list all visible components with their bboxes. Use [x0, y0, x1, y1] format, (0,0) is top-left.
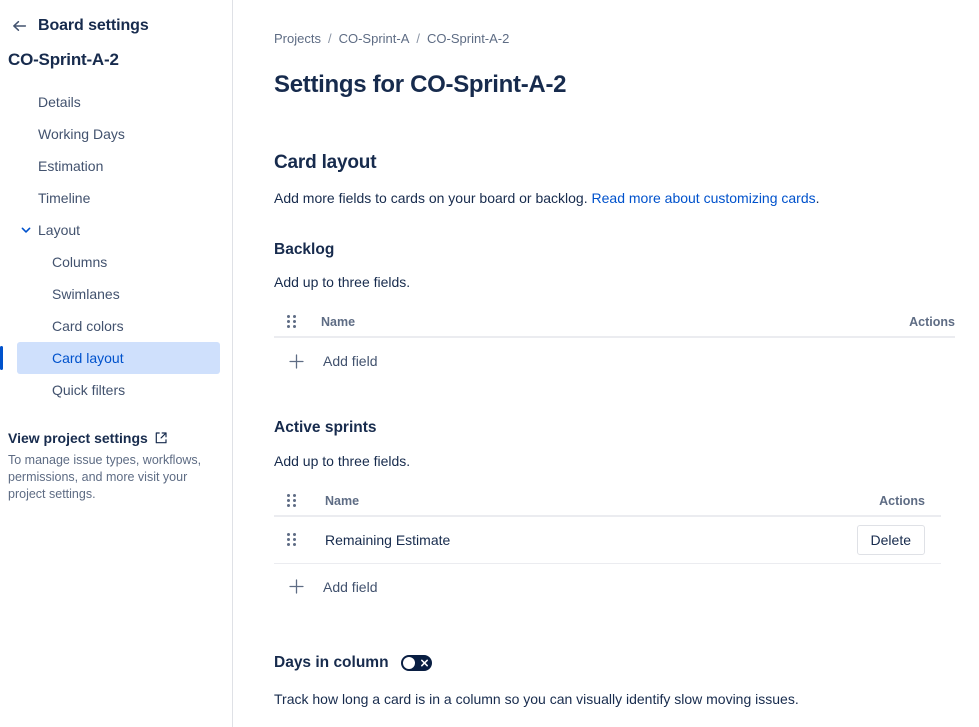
- sidebar-item-label: Quick filters: [52, 382, 126, 398]
- plus-icon: [287, 352, 306, 371]
- drag-handle-column-header: [274, 493, 306, 508]
- view-project-settings-link[interactable]: View project settings: [8, 430, 222, 446]
- customizing-cards-link[interactable]: Read more about customizing cards: [592, 190, 816, 206]
- days-in-column-row: Days in column: [233, 654, 979, 672]
- column-header-actions: Actions: [879, 493, 925, 508]
- sidebar-item-working-days[interactable]: Working Days: [17, 118, 220, 150]
- view-project-settings-label: View project settings: [8, 430, 148, 446]
- days-in-column-section: Days in column Track how long a card is …: [233, 654, 979, 707]
- breadcrumb-separator: /: [416, 31, 421, 46]
- column-header-name: Name: [325, 493, 360, 508]
- settings-nav: Details Working Days Estimation Timeline Lay…: [0, 86, 232, 406]
- project-settings-description: To manage issue types, workflows, permis…: [8, 453, 202, 501]
- table-row: Remaining Estimate Delete: [274, 517, 941, 564]
- drag-handle-icon: [287, 493, 297, 508]
- sidebar-item-timeline[interactable]: Timeline: [17, 182, 220, 214]
- backlog-heading: Backlog: [274, 240, 335, 258]
- table-header-row: Name Actions: [274, 308, 955, 339]
- card-layout-description: Add more fields to cards on your board o…: [233, 190, 979, 206]
- sidebar-item-label: Estimation: [38, 158, 104, 174]
- card-layout-desc-period: .: [815, 189, 820, 206]
- days-in-column-description: Track how long a card is in a column so …: [274, 690, 799, 707]
- active-sprints-add-field-button[interactable]: Add field: [274, 564, 941, 610]
- page-title: Settings for CO-Sprint-A-2: [274, 71, 567, 99]
- column-header-name: Name: [321, 315, 356, 330]
- delete-button[interactable]: Delete: [856, 524, 925, 555]
- sidebar-item-label: Timeline: [38, 190, 91, 206]
- board-name: CO-Sprint-A-2: [8, 50, 119, 69]
- sidebar: Board settings CO-Sprint-A-2 Details Work…: [0, 0, 233, 727]
- main-content: Projects / CO-Sprint-A / CO-Sprint-A-2 Setti…: [233, 0, 979, 727]
- sidebar-item-columns[interactable]: Columns: [17, 246, 220, 278]
- drag-handle-icon: [287, 315, 297, 329]
- plus-icon: [287, 577, 306, 596]
- backlog-add-field-button[interactable]: Add field: [274, 338, 955, 384]
- days-in-column-title: Days in column: [274, 653, 389, 671]
- row-drag-handle[interactable]: [274, 532, 306, 547]
- sidebar-item-estimation[interactable]: Estimation: [17, 150, 220, 182]
- toggle-knob: [402, 656, 415, 669]
- breadcrumb-item[interactable]: CO-Sprint-A: [339, 31, 410, 46]
- sidebar-item-label: Working Days: [38, 126, 125, 142]
- active-sprints-fields-table: Name Actions Remaining Estimate Delete Ad…: [274, 487, 941, 610]
- breadcrumb-item[interactable]: Projects: [274, 31, 321, 46]
- table-header-row: Name Actions: [274, 487, 941, 517]
- chevron-down-icon[interactable]: [19, 223, 33, 237]
- sidebar-item-details[interactable]: Details: [17, 86, 220, 118]
- active-sprints-description: Add up to three fields.: [274, 452, 411, 469]
- active-sprints-heading: Active sprints: [274, 419, 377, 437]
- sidebar-item-layout[interactable]: Layout: [17, 214, 220, 246]
- back-title: Board settings: [38, 17, 149, 34]
- breadcrumb-item: CO-Sprint-A-2: [427, 31, 510, 46]
- backlog-description: Add up to three fields.: [274, 274, 411, 291]
- active-sprints-rows: Remaining Estimate Delete: [274, 517, 941, 564]
- sidebar-item-label: Swimlanes: [52, 286, 120, 302]
- sidebar-item-card-colors[interactable]: Card colors: [17, 310, 220, 342]
- drag-handle-column-header: [274, 315, 306, 329]
- days-in-column-toggle[interactable]: [400, 654, 432, 671]
- close-icon: [420, 658, 429, 667]
- project-settings-block: View project settings To manage issue ty…: [8, 430, 222, 503]
- board-settings-page: Board settings CO-Sprint-A-2 Details Work…: [0, 0, 979, 727]
- field-name: Remaining Estimate: [325, 531, 451, 548]
- active-sprints-add-field-label: Add field: [323, 578, 378, 595]
- column-header-actions: Actions: [909, 315, 955, 330]
- sidebar-item-label: Details: [38, 94, 81, 110]
- sidebar-item-swimlanes[interactable]: Swimlanes: [17, 278, 220, 310]
- external-link-icon: [154, 431, 168, 445]
- sidebar-item-label: Card colors: [52, 318, 124, 334]
- sidebar-item-label: Card layout: [52, 350, 124, 366]
- backlog-add-field-label: Add field: [323, 353, 378, 370]
- sidebar-item-label: Layout: [38, 222, 81, 238]
- sidebar-item-quick-filters[interactable]: Quick filters: [17, 374, 220, 406]
- sidebar-item-label: Columns: [52, 254, 108, 270]
- back-arrow-icon[interactable]: [10, 17, 28, 35]
- back-to-board-row[interactable]: Board settings: [0, 0, 232, 36]
- breadcrumb-separator: /: [327, 31, 332, 46]
- drag-handle-icon[interactable]: [287, 532, 297, 547]
- sidebar-item-card-layout[interactable]: Card layout: [0, 342, 220, 374]
- row-actions: Delete: [821, 524, 941, 555]
- card-layout-heading: Card layout: [274, 152, 377, 174]
- backlog-fields-table: Name Actions Add field: [274, 308, 955, 384]
- card-layout-desc-text: Add more fields to cards on your board o…: [274, 189, 592, 206]
- breadcrumb: Projects / CO-Sprint-A / CO-Sprint-A-2: [233, 0, 979, 46]
